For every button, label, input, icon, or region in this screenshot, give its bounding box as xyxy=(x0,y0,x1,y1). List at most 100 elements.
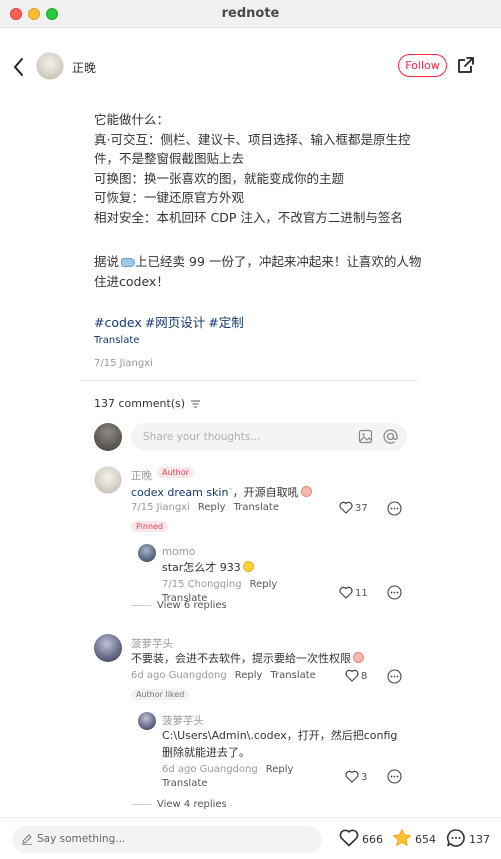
heart-icon xyxy=(339,501,353,514)
divider-line xyxy=(131,604,151,606)
collect-note-button[interactable]: 654 xyxy=(392,826,442,852)
comment-like[interactable]: 37 xyxy=(339,501,379,517)
reply-button[interactable]: Reply xyxy=(266,764,294,775)
view-replies-label: View 4 replies xyxy=(157,799,227,810)
reply-text-body: star怎么才 933 xyxy=(162,561,241,574)
note-paragraph-2-prefix: 据说 xyxy=(94,254,120,269)
like-note-button[interactable]: 666 xyxy=(339,826,389,852)
tag-link[interactable]: #定制 xyxy=(208,315,243,330)
author-name[interactable]: 正晚 xyxy=(72,59,96,76)
window-titlebar: rednote xyxy=(0,0,501,28)
replier-avatar[interactable] xyxy=(138,544,156,562)
note-comment-count: 137 xyxy=(469,833,490,846)
heart-icon xyxy=(339,829,359,847)
comment-meta: 6d ago Guangdong Reply Translate xyxy=(131,670,316,681)
note-like-count: 666 xyxy=(362,833,383,846)
reply-like[interactable]: 3 xyxy=(345,770,385,786)
comments-count-label: 137 comment(s) xyxy=(94,397,186,410)
note-paragraph-2: 据说 上已经卖 99 一份了，冲起来冲起来！让喜欢的人物住进codex！ xyxy=(94,252,429,291)
comment-date: 6d ago Guangdong xyxy=(131,670,227,681)
view-replies-button[interactable]: View 6 replies xyxy=(131,600,227,611)
comment-link[interactable]: codex dream skin xyxy=(131,486,228,499)
comment-date: 7/15 Jiangxi xyxy=(131,502,190,513)
commenter-name[interactable]: 菠萝芋头 xyxy=(131,636,173,651)
note-paragraph: 它能做什么： 真·可交互：侧栏、建议卡、项目选择、输入框都是原生控件，不是整窗假… xyxy=(94,112,411,225)
comment-text: codex dream skin◦，开源自取吼 xyxy=(131,482,312,501)
note-tags: #codex #网页设计 #定制 xyxy=(94,312,247,331)
sort-icon[interactable] xyxy=(190,400,200,408)
reply-text: C:\Users\Admin\.codex，打开，然后把config删除就能进去… xyxy=(162,729,398,759)
view-replies-label: View 6 replies xyxy=(157,600,227,611)
reply-date: 6d ago Guangdong xyxy=(162,764,258,775)
like-count: 37 xyxy=(355,503,368,514)
comment-like[interactable]: 8 xyxy=(345,669,385,685)
share-icon[interactable] xyxy=(456,55,476,75)
view-replies-button[interactable]: View 4 replies xyxy=(131,799,227,810)
translate-button[interactable]: Translate xyxy=(234,502,279,513)
pencil-icon xyxy=(22,834,32,845)
reply-date: 7/15 Chongqing xyxy=(162,579,242,590)
window-title: rednote xyxy=(221,6,280,21)
commenter-avatar[interactable] xyxy=(94,634,122,662)
say-something-input[interactable]: Say something... xyxy=(12,826,322,853)
comment-input[interactable]: Share your thoughts... xyxy=(131,423,407,451)
reply-meta: 6d ago Guangdong Reply xyxy=(162,764,293,775)
comment-note-button[interactable]: 137 xyxy=(446,826,496,852)
note-body: 它能做什么： 真·可交互：侧栏、建议卡、项目选择、输入框都是原生控件，不是整窗假… xyxy=(94,110,424,227)
bottom-action-bar: Say something... 666 654 137 xyxy=(0,817,501,859)
comment-text-body: 不要装，会进不去软件，提示要给一次性权限 xyxy=(131,652,351,665)
smile-emoji-icon xyxy=(242,561,254,572)
tag-link[interactable]: #网页设计 xyxy=(145,315,205,330)
comments-count[interactable]: 137 comment(s) xyxy=(94,397,200,410)
more-options-icon[interactable] xyxy=(387,585,402,600)
reply-meta: 7/15 Chongqing Reply xyxy=(162,579,277,590)
tag-link[interactable]: #codex xyxy=(94,315,142,330)
heart-icon xyxy=(345,669,359,682)
pinned-badge: Pinned xyxy=(131,521,169,532)
replier-avatar[interactable] xyxy=(138,712,156,730)
author-liked-badge: Author liked xyxy=(131,689,190,700)
reply-button[interactable]: Reply xyxy=(250,579,278,590)
replier-name[interactable]: momo xyxy=(162,546,195,558)
follow-button[interactable]: Follow xyxy=(398,54,447,77)
note-date-location: 7/15 Jiangxi xyxy=(94,358,153,369)
comment-text-rest: ，开源自取吼 xyxy=(232,486,299,499)
heart-icon xyxy=(345,770,359,783)
reply-button[interactable]: Reply xyxy=(198,502,226,513)
reply-button[interactable]: Reply xyxy=(235,670,263,681)
more-options-icon[interactable] xyxy=(387,501,402,516)
comment-input-placeholder: Share your thoughts... xyxy=(143,431,261,443)
image-icon[interactable] xyxy=(358,429,373,444)
note-paragraph-2-suffix: 上已经卖 99 一份了，冲起来冲起来！让喜欢的人物住进codex！ xyxy=(94,254,422,289)
pig-emoji-icon xyxy=(353,652,364,663)
fish-emoji-icon xyxy=(121,258,136,267)
translate-button[interactable]: Translate xyxy=(270,670,315,681)
more-options-icon[interactable] xyxy=(387,669,402,684)
say-something-placeholder: Say something... xyxy=(37,833,126,845)
reply-text: star怎么才 933 xyxy=(162,559,254,576)
more-options-icon[interactable] xyxy=(387,769,402,784)
like-count: 11 xyxy=(355,588,368,599)
mention-icon[interactable] xyxy=(382,428,399,445)
author-badge: Author xyxy=(157,467,194,478)
star-icon xyxy=(393,829,411,847)
note-collect-count: 654 xyxy=(415,833,436,846)
like-count: 8 xyxy=(361,671,368,682)
note-header: 正晚 Follow xyxy=(0,28,501,104)
reply-like[interactable]: 11 xyxy=(339,586,379,602)
translate-button[interactable]: Translate xyxy=(162,778,207,789)
author-avatar[interactable] xyxy=(36,52,64,80)
comment-meta: 7/15 Jiangxi Reply Translate xyxy=(131,502,279,513)
back-arrow-icon[interactable] xyxy=(10,56,28,78)
heart-icon xyxy=(339,586,353,599)
pig-emoji-icon xyxy=(300,486,312,497)
commenter-avatar[interactable] xyxy=(94,466,122,494)
translate-note-link[interactable]: Translate xyxy=(94,335,139,346)
divider xyxy=(80,380,418,381)
divider-line xyxy=(131,803,151,805)
replier-name[interactable]: 菠萝芋头 xyxy=(162,713,204,728)
my-avatar xyxy=(94,423,122,451)
commenter-name[interactable]: 正晚 xyxy=(131,468,152,483)
comment-text: 不要装，会进不去软件，提示要给一次性权限 xyxy=(131,650,364,667)
like-count: 3 xyxy=(361,772,368,783)
